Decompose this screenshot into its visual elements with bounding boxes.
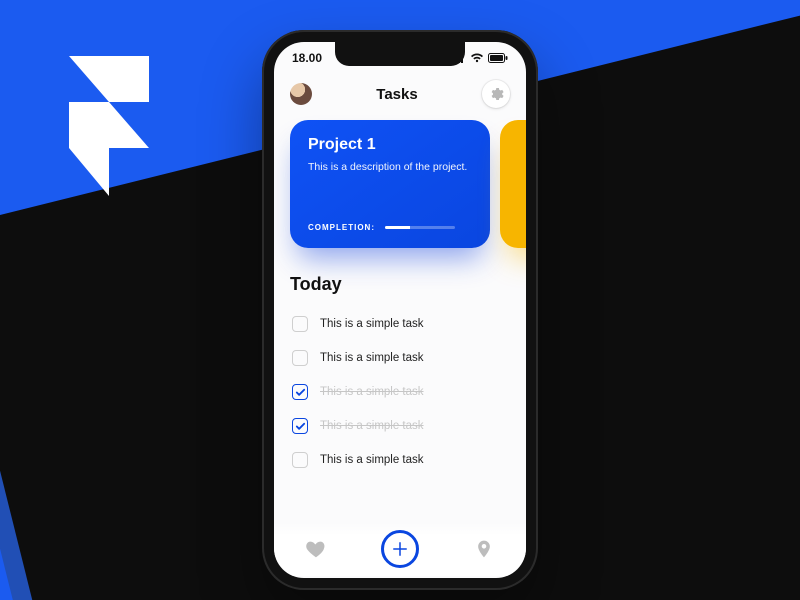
today-heading: Today [290,274,510,295]
phone-frame: 18.00 Tasks Project 1 This is a descript… [262,30,538,590]
places-tab[interactable] [464,529,504,569]
task-label: This is a simple task [320,352,424,364]
project-title: Project 1 [308,136,472,154]
check-icon [295,421,306,432]
completion-fill [385,226,410,229]
project-card-next[interactable] [500,120,526,248]
phone-screen: 18.00 Tasks Project 1 This is a descript… [274,42,526,578]
wifi-icon [470,53,484,63]
avatar[interactable] [290,83,312,105]
design-shot: 18.00 Tasks Project 1 This is a descript… [0,0,800,600]
task-checkbox[interactable] [292,452,308,468]
task-label: This is a simple task [320,454,424,466]
add-task-button[interactable] [381,530,419,568]
task-label: This is a simple task [320,420,424,432]
task-checkbox[interactable] [292,418,308,434]
task-row[interactable]: This is a simple task [290,307,510,341]
task-checkbox[interactable] [292,316,308,332]
location-pin-icon [474,538,494,560]
phone-notch [335,42,465,66]
task-list: This is a simple task This is a simple ta… [290,307,510,477]
task-row[interactable]: This is a simple task [290,443,510,477]
bottom-nav [274,522,526,576]
task-row[interactable]: This is a simple task [290,409,510,443]
page-title: Tasks [376,86,417,103]
project-carousel[interactable]: Project 1 This is a description of the p… [290,120,526,250]
battery-icon [488,53,508,63]
task-checkbox[interactable] [292,350,308,366]
check-icon [295,387,306,398]
gear-icon [488,86,504,102]
task-label: This is a simple task [320,386,424,398]
task-row[interactable]: This is a simple task [290,341,510,375]
completion-label: COMPLETION: [308,223,375,232]
framer-logo-icon [54,56,164,196]
completion-bar [385,226,455,229]
app-header: Tasks [274,76,526,112]
today-section: Today This is a simple taskThis is a sim… [290,274,510,520]
project-completion: COMPLETION: [308,223,455,232]
task-label: This is a simple task [320,318,424,330]
project-card[interactable]: Project 1 This is a description of the p… [290,120,490,248]
settings-button[interactable] [482,80,510,108]
heart-icon [305,538,327,560]
task-row[interactable]: This is a simple task [290,375,510,409]
project-description: This is a description of the project. [308,160,472,174]
plus-icon [391,540,409,558]
task-checkbox[interactable] [292,384,308,400]
favorites-tab[interactable] [296,529,336,569]
status-time: 18.00 [292,51,322,65]
